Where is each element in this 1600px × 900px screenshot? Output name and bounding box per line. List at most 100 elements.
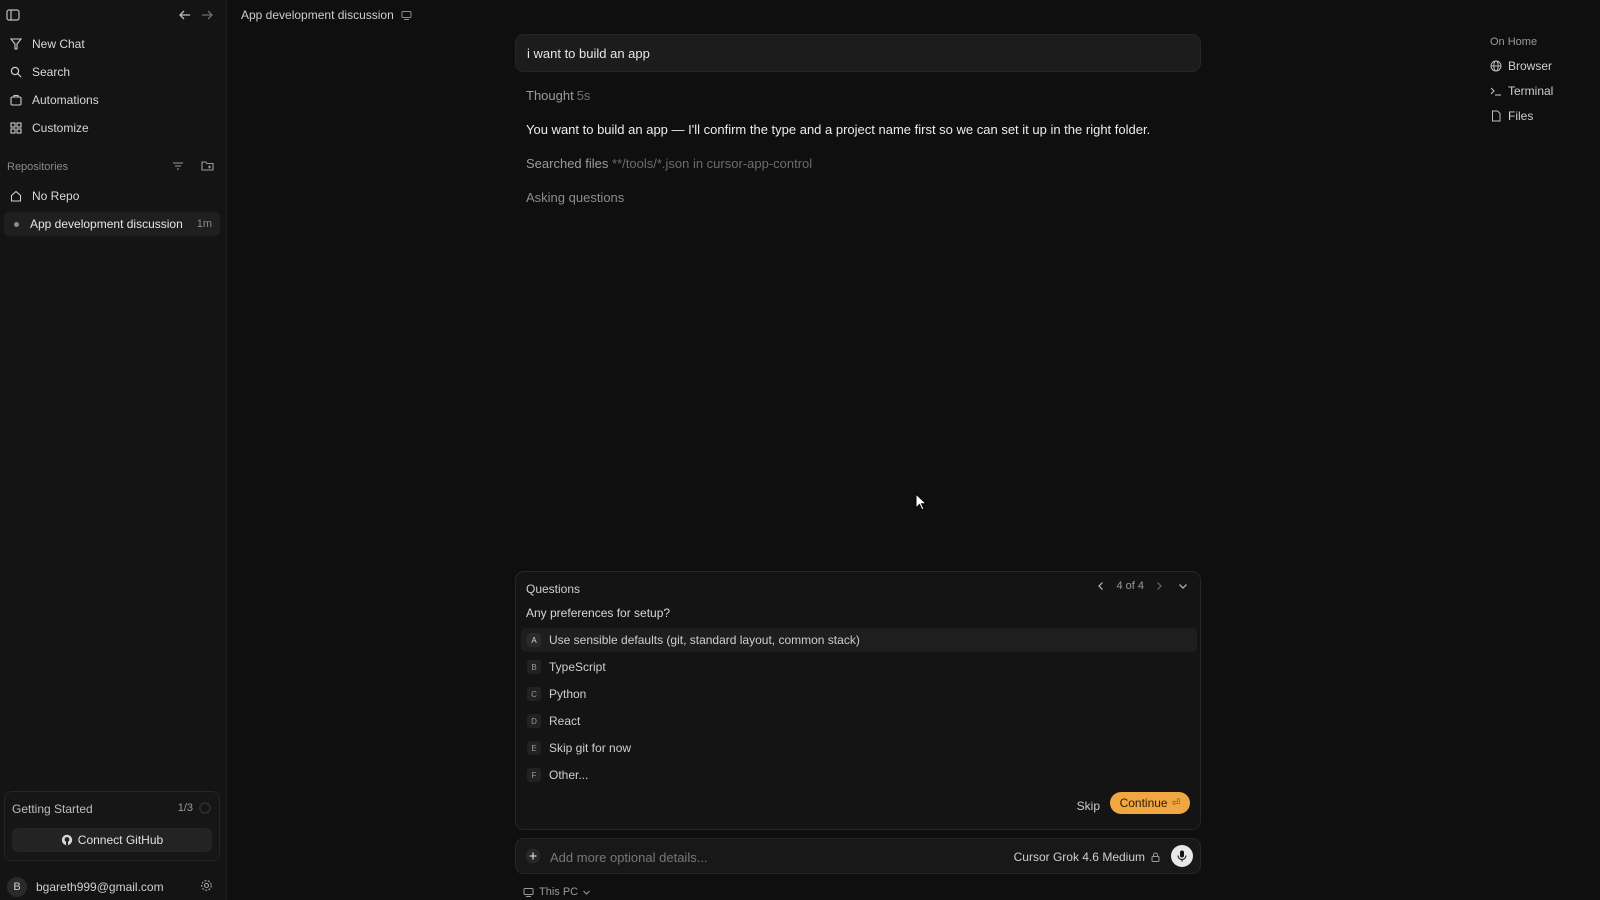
- terminal-button[interactable]: Terminal: [1490, 84, 1553, 98]
- page-indicator: 4 of 4: [1116, 580, 1144, 592]
- questions-pager: 4 of 4: [1096, 580, 1188, 592]
- chat-item-app-development-discussion[interactable]: App development discussion 1m: [4, 212, 220, 236]
- chat-title-label: App development discussion: [241, 8, 394, 22]
- search-button[interactable]: Search: [4, 60, 220, 84]
- thought-label: Thought: [526, 88, 574, 103]
- mouse-cursor-icon: [915, 493, 927, 511]
- option-label: Python: [549, 687, 587, 701]
- option-label: Skip git for now: [549, 741, 632, 755]
- option-key: E: [527, 741, 541, 755]
- return-key-icon: ⏎: [1171, 797, 1180, 809]
- option-e[interactable]: E Skip git for now: [521, 736, 1197, 760]
- option-key: C: [527, 687, 541, 701]
- option-key: A: [527, 633, 541, 647]
- microphone-icon[interactable]: [1171, 845, 1193, 867]
- terminal-label: Terminal: [1508, 84, 1554, 98]
- connect-github-button[interactable]: Connect GitHub: [12, 828, 212, 852]
- getting-started-title: Getting Started: [12, 802, 93, 816]
- avatar: B: [7, 877, 27, 897]
- getting-started-count: 1/3: [177, 802, 193, 814]
- nav-label: Customize: [32, 121, 89, 135]
- new-chat-button[interactable]: New Chat: [4, 32, 220, 56]
- searched-label: Searched files: [526, 156, 609, 171]
- questions-card: Questions 4 of 4 Any preferences for set…: [515, 571, 1201, 830]
- repositories-label: Repositories: [7, 161, 69, 173]
- customize-button[interactable]: Customize: [4, 116, 220, 140]
- user-message: i want to build an app: [515, 34, 1201, 72]
- browser-button[interactable]: Browser: [1490, 59, 1552, 73]
- home-icon: [8, 188, 24, 204]
- forward-arrow-icon[interactable]: [200, 8, 214, 22]
- skip-button[interactable]: Skip: [1077, 799, 1100, 813]
- account-row[interactable]: B bgareth999@gmail.com: [4, 876, 220, 898]
- automations-button[interactable]: Automations: [4, 88, 220, 112]
- searched-query: **/tools/*.json in cursor-app-control: [612, 156, 813, 171]
- option-key: F: [527, 768, 541, 782]
- automations-icon: [8, 92, 24, 108]
- progress-ring-icon: [199, 802, 211, 814]
- question-text: Any preferences for setup?: [526, 606, 671, 620]
- browser-label: Browser: [1508, 59, 1553, 73]
- lock-icon: [1151, 852, 1160, 862]
- environment-selector[interactable]: This PC: [523, 886, 596, 898]
- option-c[interactable]: C Python: [521, 682, 1197, 706]
- continue-label: Continue: [1119, 796, 1168, 810]
- getting-started-card: Getting Started 1/3 Connect GitHub: [4, 791, 220, 861]
- plus-icon[interactable]: [525, 848, 541, 864]
- option-label: React: [549, 714, 581, 728]
- option-label: Use sensible defaults (git, standard lay…: [549, 633, 860, 647]
- tool-call-searched-files[interactable]: Searched files **/tools/*.json in cursor…: [526, 156, 812, 171]
- option-label: Other...: [549, 768, 589, 782]
- asking-questions-status: Asking questions: [526, 190, 625, 205]
- repo-no-repo[interactable]: No Repo: [4, 184, 220, 208]
- back-arrow-icon[interactable]: [178, 8, 192, 22]
- option-label: TypeScript: [549, 660, 606, 674]
- nav-label: Automations: [32, 93, 99, 107]
- sidebar-toggle-icon[interactable]: [6, 8, 20, 22]
- terminal-icon: [1490, 87, 1501, 96]
- option-f[interactable]: F Other...: [521, 763, 1197, 787]
- repo-label: No Repo: [32, 189, 80, 203]
- chat-title: App development discussion: [241, 8, 412, 22]
- chevron-left-icon[interactable]: [1096, 581, 1106, 591]
- thought-indicator[interactable]: Thought 5s: [526, 88, 590, 103]
- on-home-label: On Home: [1490, 36, 1538, 48]
- nav-label: New Chat: [32, 37, 85, 51]
- chat-time: 1m: [196, 218, 212, 230]
- composer: Cursor Grok 4.6 Medium: [515, 838, 1201, 874]
- chat-label: App development discussion: [30, 217, 183, 231]
- model-selector[interactable]: Cursor Grok 4.6 Medium: [1014, 850, 1160, 864]
- option-key: D: [527, 714, 541, 728]
- connect-github-label: Connect GitHub: [77, 833, 164, 847]
- message-input[interactable]: [550, 846, 1000, 868]
- chevron-down-icon: [583, 890, 591, 895]
- assistant-message: You want to build an app — I'll confirm …: [526, 122, 1151, 137]
- github-icon: [61, 834, 78, 846]
- thought-duration: 5s: [576, 88, 591, 103]
- monitor-icon: [401, 10, 412, 20]
- files-label: Files: [1508, 109, 1534, 123]
- customize-icon: [8, 120, 24, 136]
- file-icon: [1492, 110, 1501, 122]
- gear-icon[interactable]: [200, 879, 213, 892]
- chevron-down-icon[interactable]: [1178, 581, 1188, 591]
- environment-label: This PC: [539, 886, 579, 898]
- status-dot: [14, 221, 19, 227]
- files-button[interactable]: Files: [1490, 109, 1533, 123]
- option-a[interactable]: A Use sensible defaults (git, standard l…: [521, 628, 1197, 652]
- new-chat-icon: [8, 36, 24, 52]
- model-label: Cursor Grok 4.6 Medium: [1013, 850, 1145, 864]
- continue-button[interactable]: Continue ⏎: [1109, 792, 1190, 814]
- chevron-right-icon[interactable]: [1154, 581, 1164, 591]
- questions-title: Questions: [526, 582, 581, 596]
- account-email: bgareth999@gmail.com: [36, 880, 164, 894]
- search-icon: [8, 64, 24, 80]
- globe-icon: [1490, 60, 1502, 72]
- option-b[interactable]: B TypeScript: [521, 655, 1197, 679]
- sidebar: New Chat Search Automations Customize Re…: [0, 0, 227, 900]
- filter-icon[interactable]: [172, 160, 184, 172]
- monitor-icon: [523, 887, 534, 897]
- option-d[interactable]: D React: [521, 709, 1197, 733]
- new-folder-icon[interactable]: [201, 160, 214, 172]
- nav-label: Search: [32, 65, 71, 79]
